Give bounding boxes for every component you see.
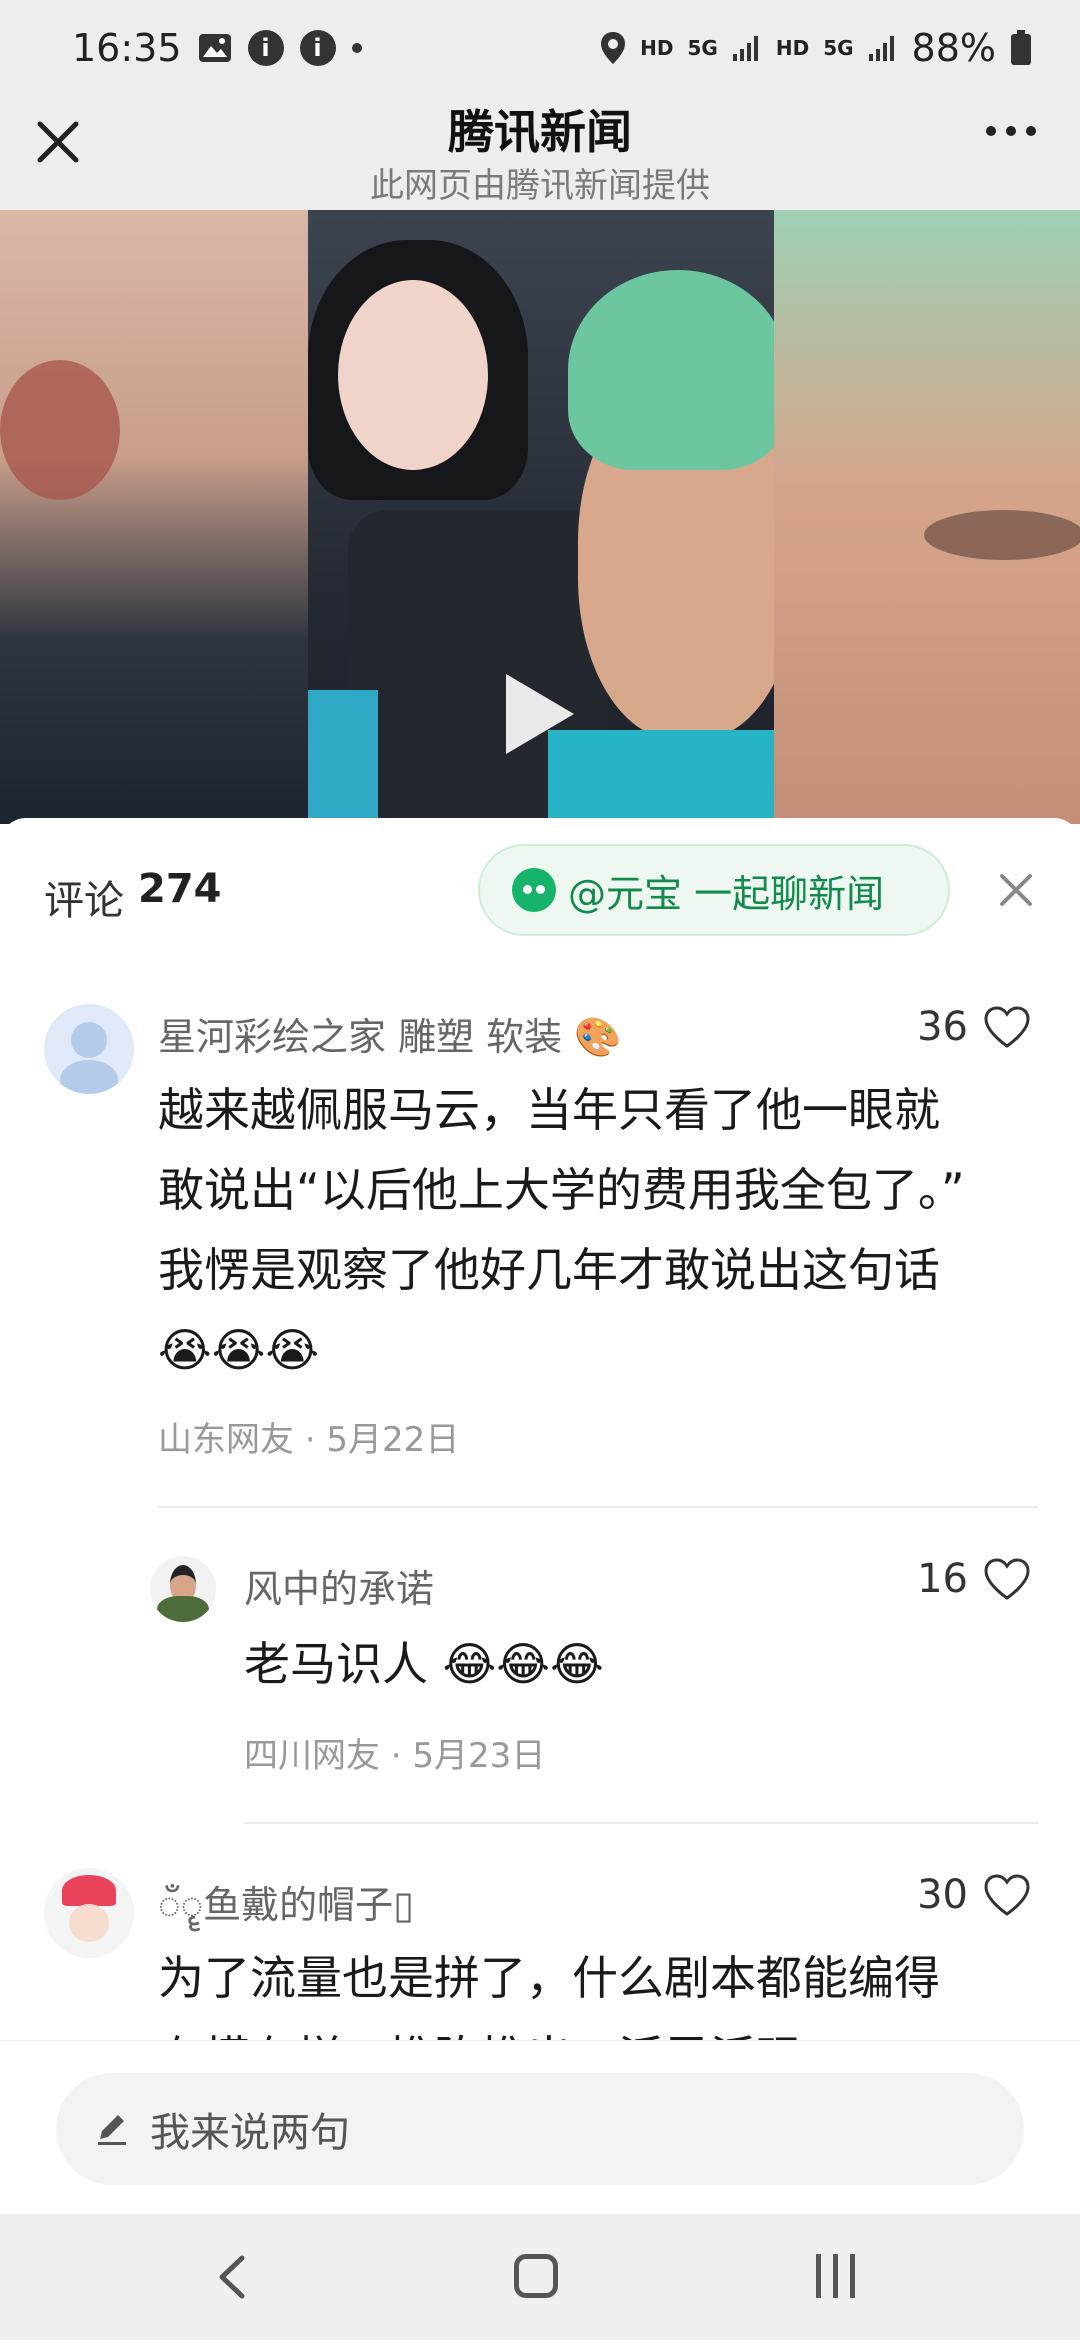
crying-laughing-emoji: 😭😭😭 xyxy=(158,1323,320,1377)
home-icon[interactable] xyxy=(514,2254,558,2298)
yuanbao-label: @元宝 一起聊新闻 xyxy=(568,871,885,916)
navigation-bar xyxy=(0,2214,1080,2340)
5g-label: 5G xyxy=(823,36,854,60)
comment-text: 老马识人 xyxy=(244,1637,428,1691)
comment-text: 为了流量也是拼了，什么剧本都能编得有模有样，推陈推出，活灵活现 xyxy=(158,1951,940,2040)
laughing-emoji: 😂😂😂 xyxy=(442,1637,604,1691)
comments-header: 评论 274 @元宝 一起聊新闻 xyxy=(0,818,1080,968)
video-blur-right xyxy=(774,210,1080,824)
hd-label: HD xyxy=(775,36,810,60)
comment-input[interactable]: 我来说两句 xyxy=(56,2073,1024,2185)
status-bar: 16:35 i i HD 5G HD 5G 88% xyxy=(0,0,1080,96)
heart-icon xyxy=(984,1874,1030,1916)
dot-icon xyxy=(351,43,362,53)
hd-label: HD xyxy=(640,36,674,60)
heart-icon xyxy=(984,1558,1030,1600)
more-icon[interactable] xyxy=(986,126,1036,136)
yuanbao-chat-button[interactable]: @元宝 一起聊新闻 xyxy=(478,844,950,936)
info-icon: i xyxy=(247,30,284,66)
info-icon: i xyxy=(299,30,336,66)
avatar[interactable] xyxy=(150,1556,216,1622)
like-button[interactable]: 30 xyxy=(917,1872,1032,1918)
recent-apps-icon[interactable] xyxy=(816,2254,855,2298)
input-placeholder: 我来说两句 xyxy=(150,2110,350,2156)
play-icon[interactable] xyxy=(506,674,574,754)
heart-icon xyxy=(984,1006,1030,1048)
location-icon xyxy=(600,31,626,65)
close-icon[interactable] xyxy=(994,868,1038,912)
comment-text: 越来越佩服马云，当年只看了他一眼就敢说出“以后他上大学的费用我全包了。” 我愣是… xyxy=(158,1083,965,1297)
like-button[interactable]: 36 xyxy=(917,1004,1032,1050)
app-header: 腾讯新闻 此网页由腾讯新闻提供 xyxy=(0,96,1080,210)
page-subtitle: 此网页由腾讯新闻提供 xyxy=(370,166,710,206)
comment-count-label: 评论 xyxy=(44,878,124,924)
comment-author[interactable]: 星河彩绘之家 雕塑 软装 🎨 xyxy=(158,1006,622,1061)
comment-author-name[interactable]: 风中的承诺 xyxy=(244,1558,434,1613)
signal-icon xyxy=(868,34,898,62)
like-count: 36 xyxy=(917,1004,968,1050)
name-decoration: ▯ xyxy=(393,1883,415,1927)
like-button[interactable]: 16 xyxy=(917,1556,1032,1602)
pencil-icon xyxy=(98,2115,126,2145)
image-icon xyxy=(198,33,232,63)
divider xyxy=(158,1506,1038,1508)
comment-body: 为了流量也是拼了，什么剧本都能编得有模有样，推陈推出，活灵活现 xyxy=(158,1938,980,2040)
yuanbao-icon xyxy=(512,868,556,912)
name-decoration: ँॄ xyxy=(158,1883,204,1927)
comment-author-name: 星河彩绘之家 雕塑 软装 xyxy=(158,1015,563,1059)
status-time: 16:35 xyxy=(72,26,182,70)
avatar[interactable] xyxy=(44,1868,134,1958)
like-count: 30 xyxy=(917,1872,968,1918)
video-blur-left xyxy=(0,210,308,824)
comment-meta: 山东网友 · 5月22日 xyxy=(158,1420,460,1460)
comment-author-name: 鱼戴的帽子 xyxy=(203,1883,394,1927)
comment-input-bar: 我来说两句 xyxy=(0,2040,1080,2214)
battery-percent: 88% xyxy=(911,26,996,70)
5g-label: 5G xyxy=(687,36,718,60)
back-icon[interactable] xyxy=(212,2252,252,2302)
video-player[interactable] xyxy=(0,210,1080,824)
divider xyxy=(244,1822,1038,1824)
signal-icon xyxy=(732,34,762,62)
palette-emoji: 🎨 xyxy=(574,1015,622,1059)
comments-panel: 评论 274 @元宝 一起聊新闻 星河彩绘之家 雕塑 软装 🎨 36 越来越佩服… xyxy=(0,818,1080,2040)
avatar[interactable] xyxy=(44,1004,134,1094)
comment-author[interactable]: ँॄ鱼戴的帽子▯ xyxy=(158,1874,414,1930)
comment-count: 274 xyxy=(138,866,222,912)
comment-meta: 四川网友 · 5月23日 xyxy=(244,1736,546,1776)
battery-icon xyxy=(1010,30,1032,66)
like-count: 16 xyxy=(917,1556,968,1602)
page-title: 腾讯新闻 xyxy=(448,105,632,159)
comment-body: 越来越佩服马云，当年只看了他一眼就敢说出“以后他上大学的费用我全包了。” 我愣是… xyxy=(158,1070,980,1390)
comment-body: 老马识人 😂😂😂 xyxy=(244,1624,984,1704)
